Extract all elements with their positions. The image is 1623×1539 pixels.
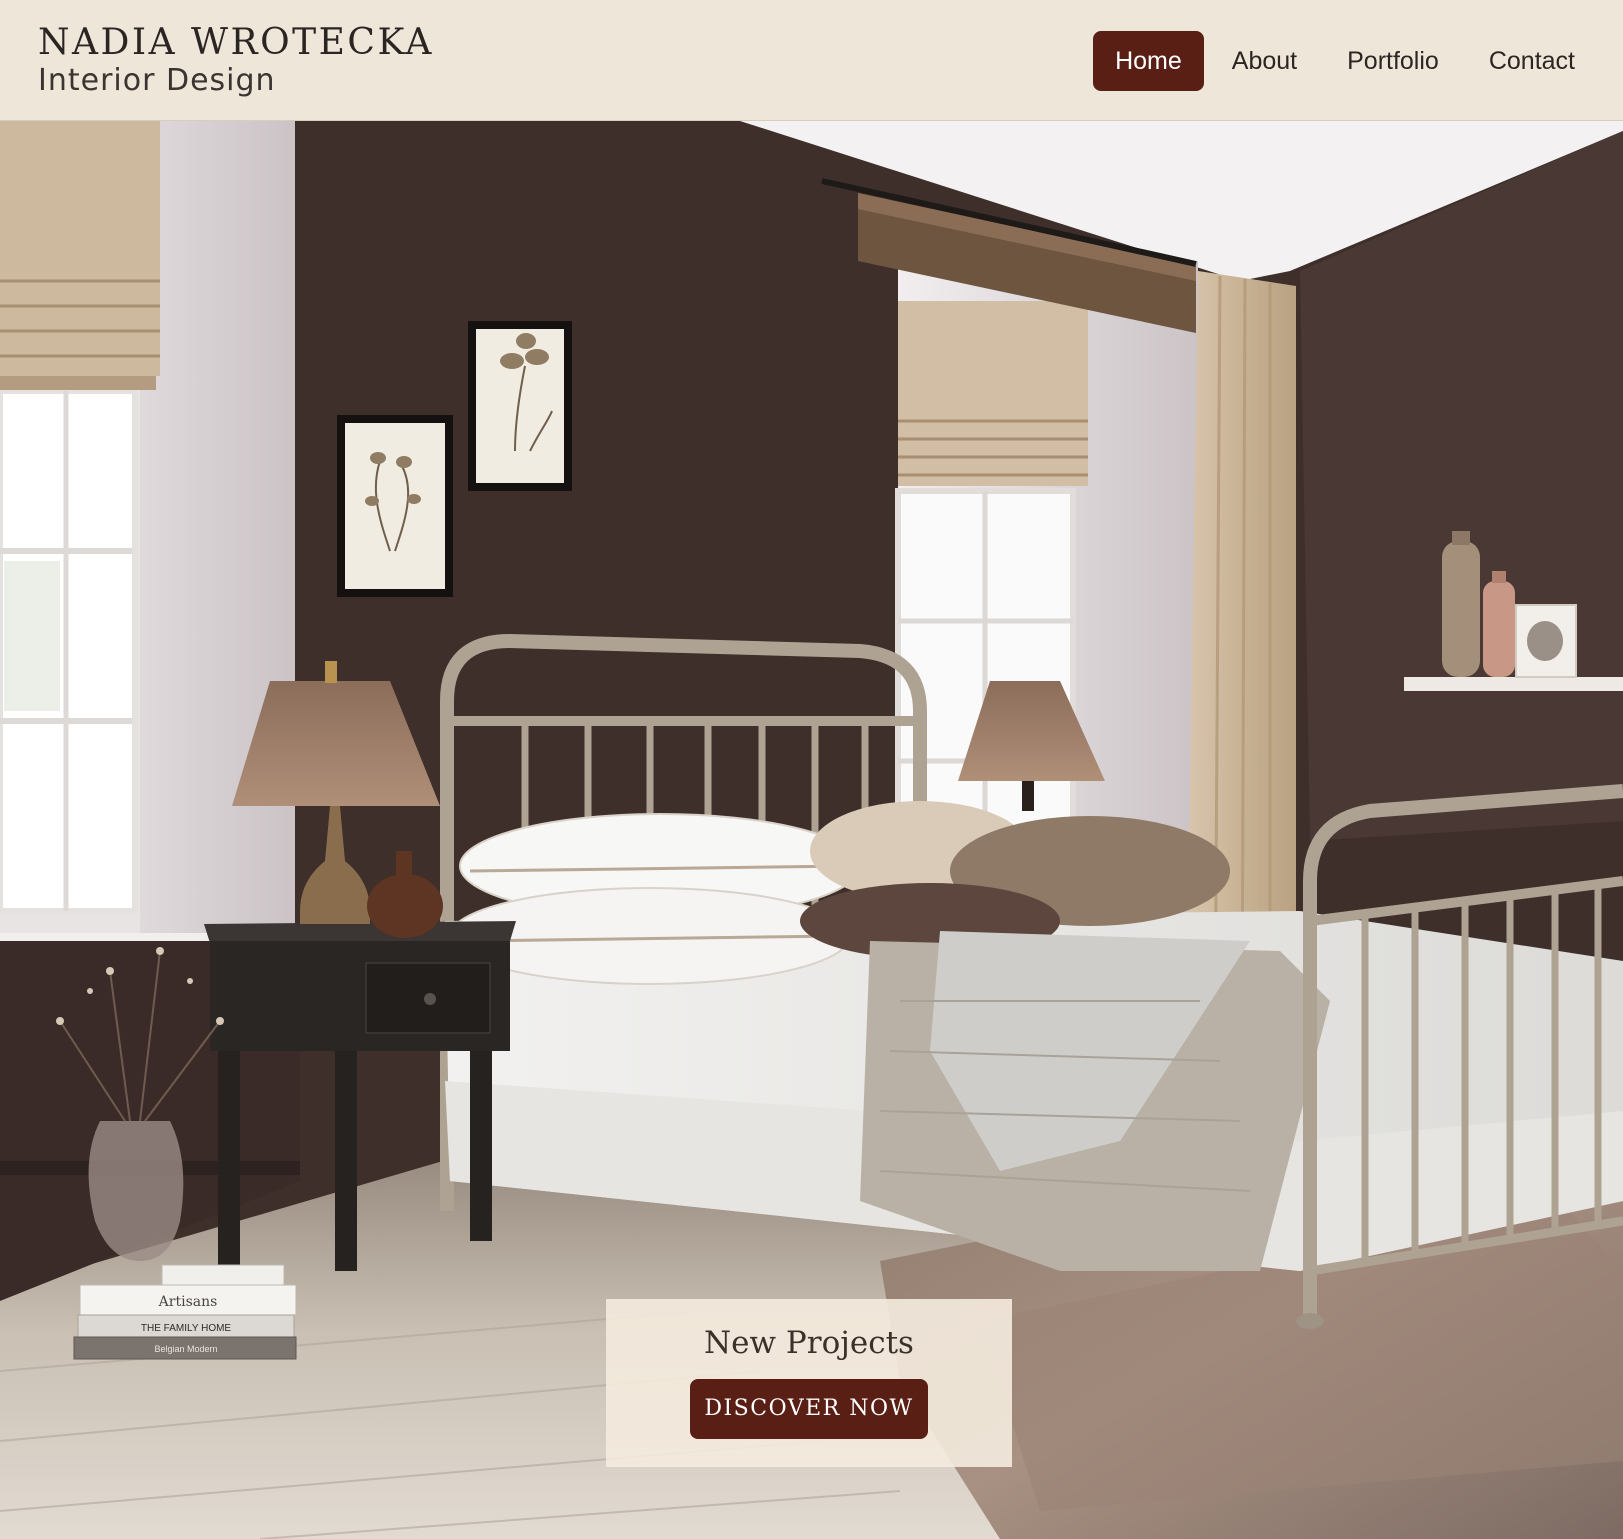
main-nav: Home About Portfolio Contact [1093,31,1597,91]
promo-title: New Projects [704,1325,914,1361]
nav-home[interactable]: Home [1093,31,1204,91]
brand-tagline: Interior Design [38,63,276,98]
book-title-2: THE FAMILY HOME [141,1323,232,1334]
brand-logo[interactable]: NADIA WROTECKA Interior Design [38,22,434,98]
book-title-1: Artisans [158,1294,218,1310]
botanical-print-right [468,321,572,491]
discover-now-button[interactable]: DISCOVER NOW [690,1379,928,1439]
brand-name: NADIA WROTECKA [38,22,434,63]
promo-card: New Projects DISCOVER NOW [606,1299,1012,1467]
nav-about[interactable]: About [1210,31,1319,91]
nav-portfolio[interactable]: Portfolio [1325,31,1461,91]
botanical-print-left [337,415,453,597]
site-header: NADIA WROTECKA Interior Design Home Abou… [0,0,1623,121]
nav-contact[interactable]: Contact [1467,31,1597,91]
book-title-3: Belgian Modern [154,1344,217,1354]
